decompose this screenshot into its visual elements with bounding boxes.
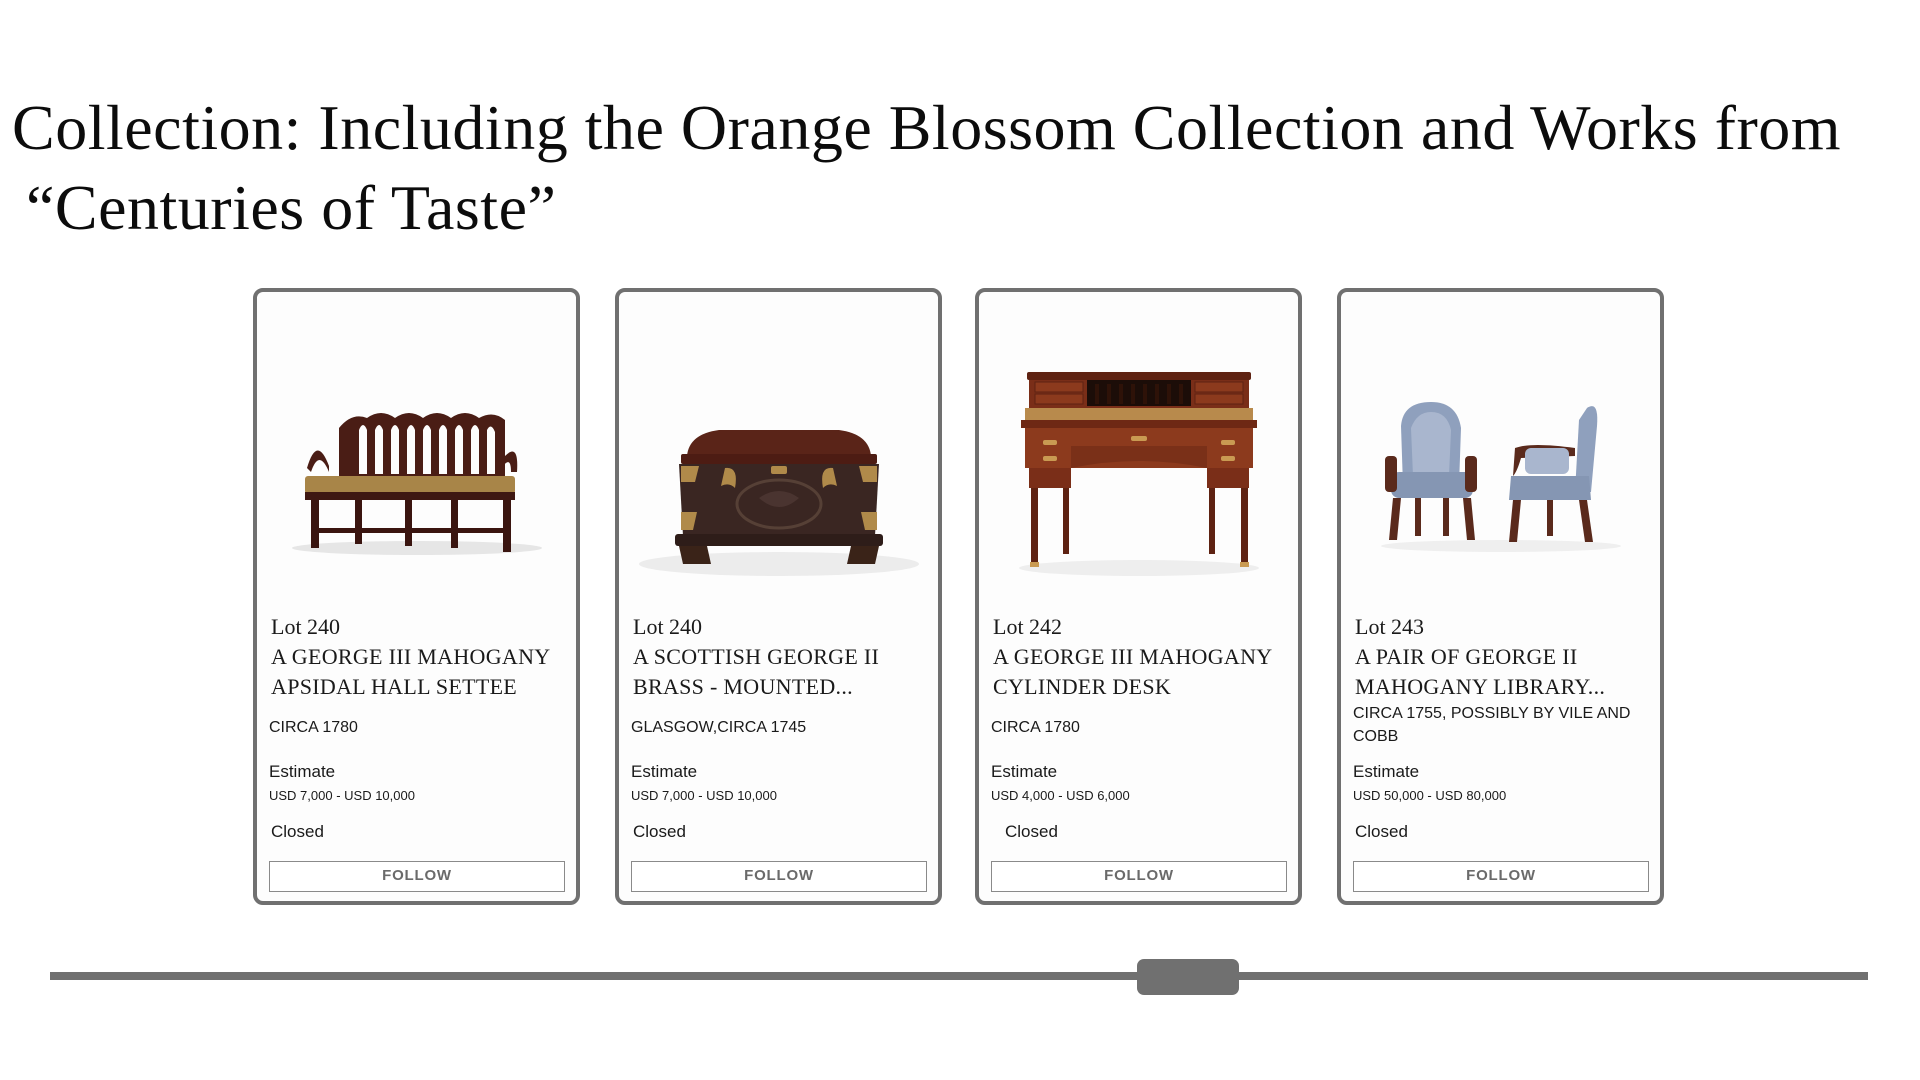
lot-card[interactable]: Lot 242 A GEORGE III MAHOGANY CYLINDER D… bbox=[975, 288, 1302, 905]
lot-card[interactable]: Lot 243 A PAIR OF GEORGE II MAHOGANY LIB… bbox=[1337, 288, 1664, 905]
lot-date: CIRCA 1780 bbox=[991, 719, 1080, 736]
brass-mounted-chest-image[interactable] bbox=[629, 316, 929, 616]
carousel-scrollbar-thumb[interactable] bbox=[1137, 959, 1239, 995]
lot-status: Closed bbox=[271, 822, 324, 841]
lot-title[interactable]: A PAIR OF GEORGE II MAHOGANY LIBRARY... bbox=[1355, 642, 1655, 702]
follow-button[interactable]: FOLLOW bbox=[269, 861, 565, 892]
lot-card[interactable]: Lot 240 A GEORGE III MAHOGANY APSIDAL HA… bbox=[253, 288, 580, 905]
lot-number[interactable]: Lot 243 bbox=[1355, 614, 1424, 640]
lot-status: Closed bbox=[1005, 822, 1058, 841]
lot-status: Closed bbox=[633, 822, 686, 841]
lot-title[interactable]: A GEORGE III MAHOGANY CYLINDER DESK bbox=[993, 642, 1293, 702]
carousel-scrollbar-track[interactable] bbox=[50, 972, 1868, 980]
estimate-value: USD 50,000 - USD 80,000 bbox=[1353, 788, 1507, 803]
lot-date: CIRCA 1780 bbox=[269, 719, 358, 736]
lot-card[interactable]: Lot 240 A SCOTTISH GEORGE II BRASS - MOU… bbox=[615, 288, 942, 905]
cylinder-desk-image[interactable] bbox=[989, 316, 1289, 616]
lot-status: Closed bbox=[1355, 822, 1408, 841]
estimate-value: USD 7,000 - USD 10,000 bbox=[631, 788, 777, 803]
estimate-label: Estimate bbox=[269, 762, 336, 781]
lot-number[interactable]: Lot 242 bbox=[993, 614, 1062, 640]
lot-title[interactable]: A GEORGE III MAHOGANY APSIDAL HALL SETTE… bbox=[271, 642, 571, 702]
estimate-value: USD 7,000 - USD 10,000 bbox=[269, 788, 415, 803]
lot-number[interactable]: Lot 240 bbox=[633, 614, 702, 640]
lot-number[interactable]: Lot 240 bbox=[271, 614, 340, 640]
settee-illustration bbox=[292, 413, 542, 555]
lots-carousel: Lot 240 A GEORGE III MAHOGANY APSIDAL HA… bbox=[0, 0, 1920, 1080]
follow-button[interactable]: FOLLOW bbox=[631, 861, 927, 892]
estimate-label: Estimate bbox=[991, 762, 1058, 781]
lot-date: GLASGOW,CIRCA 1745 bbox=[631, 719, 807, 736]
settee-image[interactable] bbox=[267, 316, 567, 616]
estimate-value: USD 4,000 - USD 6,000 bbox=[991, 788, 1130, 803]
estimate-label: Estimate bbox=[631, 762, 698, 781]
armchairs-illustration bbox=[1381, 402, 1621, 552]
desk-illustration bbox=[1019, 372, 1259, 576]
estimate-label: Estimate bbox=[1353, 762, 1420, 781]
library-armchairs-image[interactable] bbox=[1351, 316, 1651, 616]
chest-illustration bbox=[639, 430, 919, 576]
follow-button[interactable]: FOLLOW bbox=[991, 861, 1287, 892]
follow-button[interactable]: FOLLOW bbox=[1353, 861, 1649, 892]
lot-date: CIRCA 1755, POSSIBLY BY VILE AND COBB bbox=[1353, 705, 1631, 745]
lot-title[interactable]: A SCOTTISH GEORGE II BRASS - MOUNTED... bbox=[633, 642, 933, 702]
